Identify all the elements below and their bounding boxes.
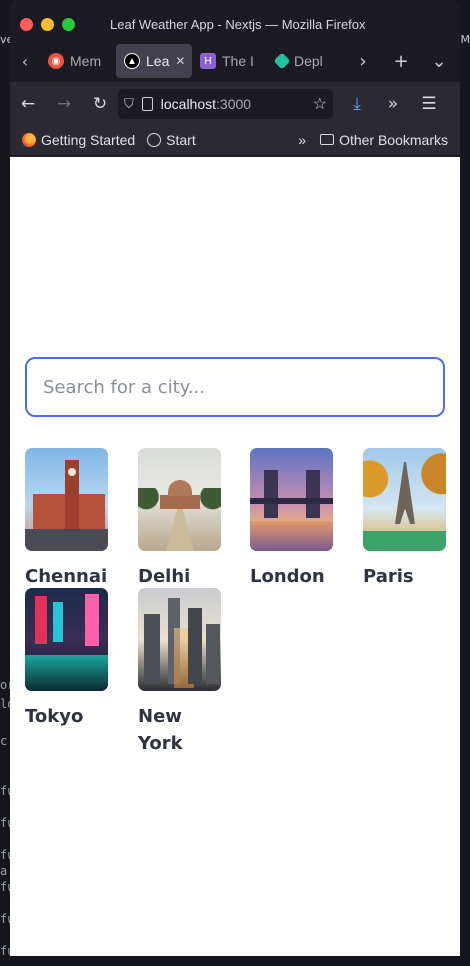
heroku-icon: H <box>200 53 216 69</box>
city-photo <box>25 588 108 691</box>
tab-bar: ‹ ◉ Mem ▲ Lea ✕ H The I Depl › + ⌄ <box>10 40 460 82</box>
city-photo <box>138 588 221 691</box>
city-card-new-york[interactable]: New York <box>138 588 222 757</box>
reload-icon[interactable]: ↻ <box>82 94 118 114</box>
bookmark-label: Start <box>166 131 196 148</box>
city-photo <box>25 448 108 551</box>
city-name: Paris <box>363 566 414 587</box>
bookmark-star-icon[interactable]: ☆ <box>313 94 327 114</box>
meme-icon: ◉ <box>48 53 64 69</box>
tabs-scroll-left-icon[interactable]: ‹ <box>10 52 40 71</box>
bookmark-label: Getting Started <box>41 131 136 148</box>
city-card-tokyo[interactable]: Tokyo <box>25 588 109 730</box>
close-window-button[interactable] <box>20 18 33 31</box>
city-name: Chennai <box>25 566 108 587</box>
city-photo <box>138 448 221 551</box>
city-photo <box>363 448 446 551</box>
bookmark-start[interactable]: Start <box>147 132 196 148</box>
tab-heroku[interactable]: H The I <box>192 44 268 78</box>
tab-label: Depl <box>294 53 323 69</box>
city-search-box[interactable] <box>25 357 445 417</box>
city-card-london[interactable]: London <box>250 448 334 590</box>
globe-icon <box>147 132 162 147</box>
firefox-window: Leaf Weather App - Nextjs — Mozilla Fire… <box>10 0 460 956</box>
tab-label: The I <box>222 53 254 69</box>
back-arrow-icon[interactable]: ← <box>10 94 46 114</box>
close-tab-icon[interactable]: ✕ <box>175 54 185 68</box>
tab-label: Lea <box>146 53 170 69</box>
address-host: localhost:3000 <box>160 96 252 112</box>
shield-icon[interactable]: ⛉ <box>124 96 134 112</box>
city-name: New York <box>138 706 183 754</box>
bookmark-label: Other Bookmarks <box>339 131 448 148</box>
tab-label: Mem <box>70 53 102 69</box>
netlify-icon <box>273 52 291 70</box>
more-tools-chevron-icon[interactable]: » <box>375 94 411 114</box>
tabs-scroll-right-icon[interactable]: › <box>344 51 382 72</box>
menu-hamburger-icon[interactable]: ☰ <box>411 94 447 114</box>
city-search-input[interactable] <box>43 376 427 398</box>
tab-meme[interactable]: ◉ Mem <box>40 44 116 78</box>
folder-icon <box>320 134 335 145</box>
new-tab-icon[interactable]: + <box>382 51 420 72</box>
bookmarks-overflow-chevron-icon[interactable]: » <box>298 132 306 148</box>
list-tabs-chevron-icon[interactable]: ⌄ <box>420 51 458 72</box>
downloads-icon[interactable]: ⤓ <box>339 94 375 114</box>
city-card-chennai[interactable]: Chennai <box>25 448 109 590</box>
city-card-delhi[interactable]: Delhi <box>138 448 222 590</box>
page-icon[interactable] <box>141 97 153 111</box>
terminal-line: c <box>0 734 8 748</box>
window-controls <box>20 18 75 31</box>
page-viewport: Chennai Delhi London Paris <box>10 157 460 956</box>
terminal-line: a <box>0 864 8 878</box>
tab-deploy[interactable]: Depl <box>268 44 344 78</box>
address-bar[interactable]: ⛉ localhost:3000 ☆ <box>118 89 333 119</box>
maximize-window-button[interactable] <box>62 18 75 31</box>
nextjs-icon: ▲ <box>124 53 140 69</box>
tab-leaf-weather[interactable]: ▲ Lea ✕ <box>116 44 192 78</box>
firefox-icon <box>22 132 36 147</box>
minimize-window-button[interactable] <box>41 18 54 31</box>
window-title: Leaf Weather App - Nextjs — Mozilla Fire… <box>110 17 366 32</box>
bookmark-getting-started[interactable]: Getting Started <box>22 132 135 148</box>
city-card-paris[interactable]: Paris <box>363 448 447 590</box>
city-name: Tokyo <box>25 706 84 727</box>
bookmarks-toolbar: Getting Started Start » Other Bookmarks <box>10 124 460 156</box>
navigation-toolbar: ← → ↻ ⛉ localhost:3000 ☆ ⤓ » ☰ <box>10 84 460 124</box>
city-name: Delhi <box>138 566 191 587</box>
bookmark-other-bookmarks[interactable]: Other Bookmarks <box>320 132 448 148</box>
city-photo <box>250 448 333 551</box>
forward-arrow-icon[interactable]: → <box>46 94 82 114</box>
city-name: London <box>250 566 325 587</box>
